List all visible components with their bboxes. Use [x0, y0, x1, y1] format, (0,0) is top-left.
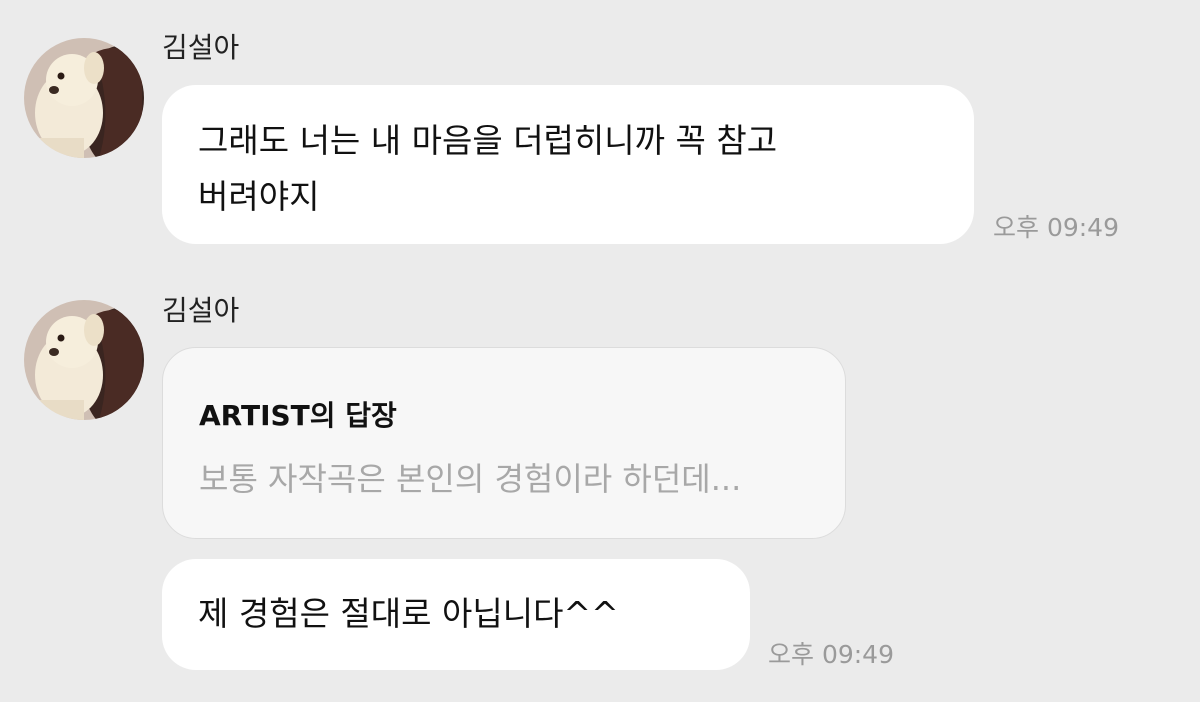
dog-photo-avatar-icon [24, 300, 144, 420]
reply-title: ARTIST의 답장 [199, 399, 397, 432]
sender-name: 김설아 [162, 31, 240, 64]
sender-avatar[interactable] [24, 38, 144, 158]
message-timestamp: 오후 09:49 [993, 213, 1119, 242]
reply-card[interactable]: ARTIST의 답장 보통 자작곡은 본인의 경험이라 하던데... [162, 347, 846, 539]
sender-name: 김설아 [162, 294, 240, 327]
message-timestamp: 오후 09:49 [768, 640, 894, 669]
dog-photo-avatar-icon [24, 38, 144, 158]
message-text: 제 경험은 절대로 아닙니다^^ [198, 594, 619, 633]
sender-avatar[interactable] [24, 300, 144, 420]
message-bubble[interactable]: 제 경험은 절대로 아닙니다^^ [162, 559, 750, 670]
message-bubble[interactable]: 그래도 너는 내 마음을 더럽히니까 꼭 참고 버려야지 [162, 85, 974, 244]
reply-preview-text: 보통 자작곡은 본인의 경험이라 하던데... [199, 460, 742, 498]
message-text: 그래도 너는 내 마음을 더럽히니까 꼭 참고 버려야지 [198, 121, 778, 216]
